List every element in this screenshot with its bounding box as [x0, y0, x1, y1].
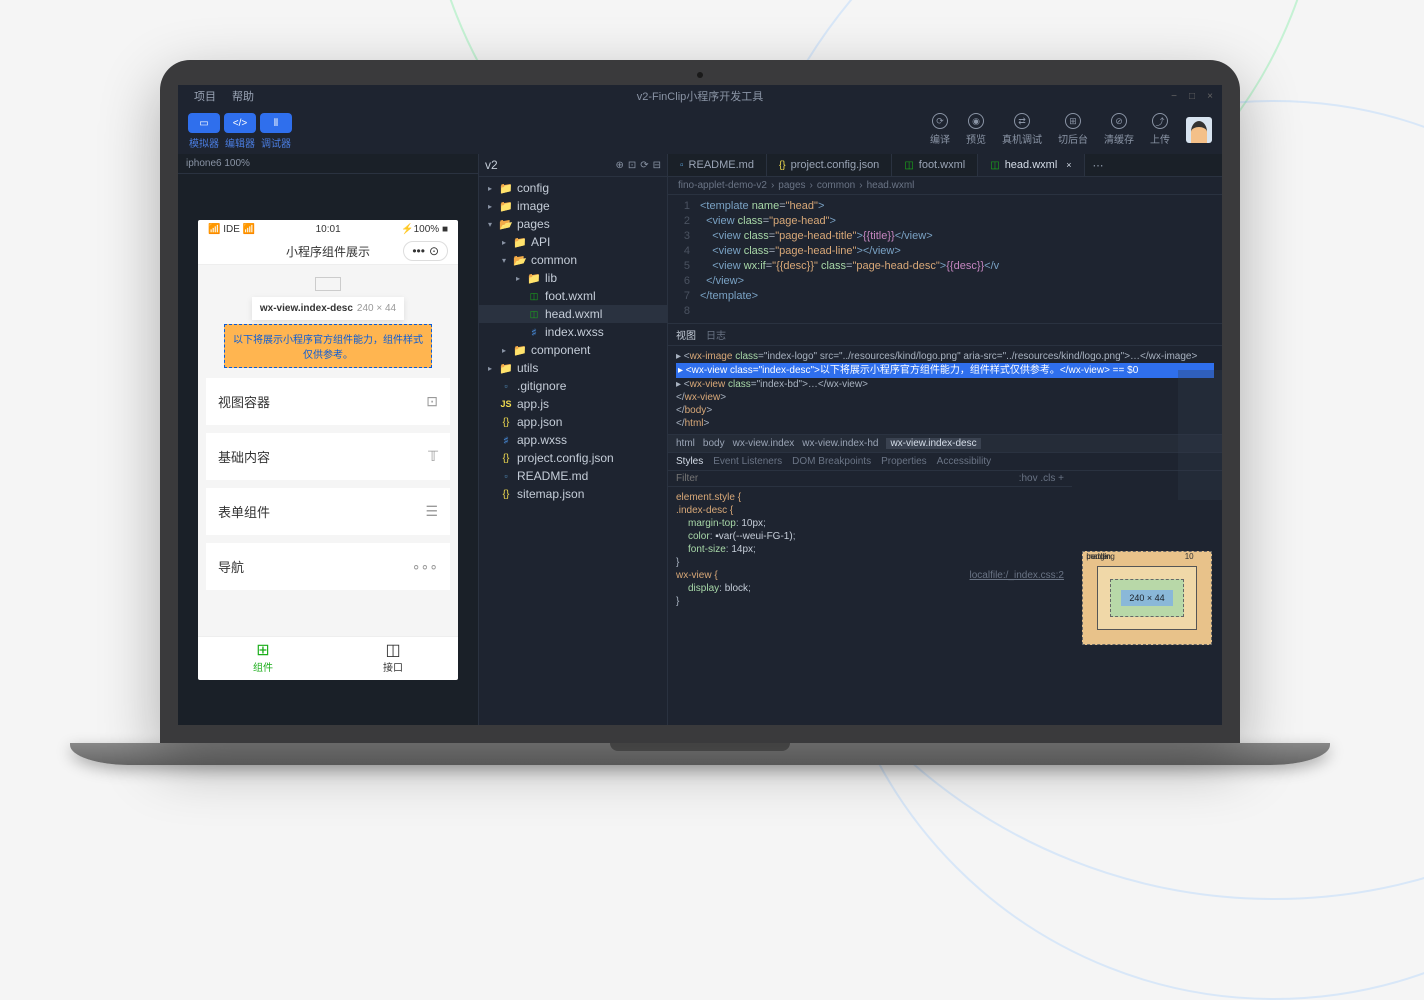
- file-tree-item[interactable]: ◫foot.wxml: [479, 287, 667, 305]
- css-rules[interactable]: element.style {.index-desc {</span>margi…: [668, 487, 1072, 612]
- dom-crumb-item[interactable]: body: [703, 438, 725, 449]
- toolbar-action-button[interactable]: ⊘清缓存: [1104, 113, 1134, 146]
- styles-filter-input[interactable]: [676, 473, 1019, 484]
- toolbar: ▭ </> ⫴ 模拟器编辑器调试器 ⟳编译 ◉预览 ⇄真机调试 ⊞切后台 ⊘清缓存 ⤴上传: [178, 107, 1222, 154]
- phone-tab[interactable]: ⊞组件: [198, 637, 328, 680]
- file-tree-item[interactable]: ▸📁API: [479, 233, 667, 251]
- editor-tab[interactable]: ◫head.wxml×: [978, 154, 1084, 176]
- inspect-tooltip: wx-view.index-desc240 × 44: [252, 297, 404, 320]
- file-tree-item[interactable]: ▫README.md: [479, 467, 667, 485]
- collapse-icon[interactable]: ⊟: [653, 160, 661, 171]
- toolbar-editor-button[interactable]: </>: [224, 113, 256, 133]
- file-tree-item[interactable]: ♯app.wxss: [479, 431, 667, 449]
- file-tree-item[interactable]: ▸📁utils: [479, 359, 667, 377]
- app-screen: 项目帮助 v2-FinClip小程序开发工具 −□ × ▭ </> ⫴ 模拟器编辑…: [178, 85, 1222, 725]
- toolbar-mode-label: 编辑器: [224, 135, 256, 150]
- file-tree-item[interactable]: {}app.json: [479, 413, 667, 431]
- maximize-icon: □: [1186, 91, 1198, 102]
- phone-mock: 📶 IDE 📶 10:01 ⚡100% ■ 小程序组件展示 •••⊙: [198, 220, 458, 680]
- dom-crumb-item[interactable]: wx-view.index-hd: [802, 438, 878, 449]
- dom-breadcrumb[interactable]: html body wx-view.index wx-view.index-hd wx-…: [668, 434, 1222, 453]
- refresh-icon[interactable]: ⟳: [640, 160, 648, 171]
- phone-list-item[interactable]: 基础内容𝕋: [206, 433, 450, 480]
- phone-time: 10:01: [316, 224, 341, 235]
- breadcrumbs[interactable]: fino-applet-demo-v2›pages›common›head.wx…: [668, 177, 1222, 195]
- phone-list-item[interactable]: 视图容器⊡: [206, 378, 450, 425]
- dom-tree[interactable]: ▸ <wx-image class="index-logo" src="../r…: [668, 346, 1222, 434]
- highlighted-element[interactable]: 以下将展示小程序官方组件能力，组件样式仅供参考。: [224, 324, 432, 368]
- editor-panel: ▫README.md{}project.config.json◫foot.wxm…: [668, 154, 1222, 725]
- menu-item[interactable]: 帮助: [224, 88, 262, 104]
- toolbar-mode-label: 模拟器: [188, 135, 220, 150]
- file-tree-item[interactable]: ▸📁component: [479, 341, 667, 359]
- styles-tools[interactable]: :hov .cls +: [1019, 473, 1064, 484]
- editor-tabs: ▫README.md{}project.config.json◫foot.wxm…: [668, 154, 1222, 177]
- toolbar-action-button[interactable]: ⤴上传: [1150, 113, 1170, 146]
- close-icon: ×: [1204, 91, 1216, 102]
- phone-list-item[interactable]: 导航∘∘∘: [206, 543, 450, 590]
- phone-carrier: 📶 IDE 📶: [208, 224, 255, 235]
- toolbar-action-button[interactable]: ⇄真机调试: [1002, 113, 1042, 146]
- dom-crumb-item[interactable]: html: [676, 438, 695, 449]
- phone-list-item[interactable]: 表单组件☰: [206, 488, 450, 535]
- menubar: 项目帮助 v2-FinClip小程序开发工具 −□ ×: [178, 85, 1222, 107]
- simulator-panel: iphone6 100% 📶 IDE 📶 10:01 ⚡100% ■ 小程序组件…: [178, 154, 478, 725]
- editor-tab[interactable]: {}project.config.json: [767, 154, 892, 176]
- file-tree-item[interactable]: ▸📁lib: [479, 269, 667, 287]
- toolbar-debugger-button[interactable]: ⫴: [260, 113, 292, 133]
- phone-battery: ⚡100% ■: [401, 224, 448, 235]
- devtools-tab[interactable]: 视图: [676, 327, 696, 342]
- file-tree-item[interactable]: ♯index.wxss: [479, 323, 667, 341]
- phone-logo-icon: [315, 277, 341, 291]
- box-model: margin 10 border padding 240 × 44: [1072, 471, 1222, 725]
- file-tree-item[interactable]: JSapp.js: [479, 395, 667, 413]
- editor-tab[interactable]: ◫foot.wxml: [892, 154, 978, 176]
- toolbar-action-button[interactable]: ◉预览: [966, 113, 986, 146]
- file-tree-item[interactable]: ◫head.wxml: [479, 305, 667, 323]
- toolbar-mode-label: 调试器: [260, 135, 292, 150]
- styles-subtab[interactable]: DOM Breakpoints: [792, 456, 871, 467]
- avatar[interactable]: [1186, 117, 1212, 143]
- file-tree-item[interactable]: ▾📂pages: [479, 215, 667, 233]
- file-tree-item[interactable]: ▸📁image: [479, 197, 667, 215]
- devtools-panel: 视图日志 ▸ <wx-image class="index-logo" src=…: [668, 323, 1222, 725]
- dom-crumb-item[interactable]: wx-view.index-desc: [886, 438, 980, 449]
- toolbar-action-button[interactable]: ⊞切后台: [1058, 113, 1088, 146]
- file-tree-item[interactable]: {}sitemap.json: [479, 485, 667, 503]
- file-tree-item[interactable]: ▸📁config: [479, 179, 667, 197]
- styles-subtab[interactable]: Styles: [676, 456, 703, 467]
- file-tree-item[interactable]: {}project.config.json: [479, 449, 667, 467]
- new-folder-icon[interactable]: ⊡: [628, 160, 636, 171]
- devtools-tab[interactable]: 日志: [706, 327, 726, 342]
- styles-subtab[interactable]: Accessibility: [937, 456, 991, 467]
- laptop-frame: 项目帮助 v2-FinClip小程序开发工具 −□ × ▭ </> ⫴ 模拟器编辑…: [160, 60, 1240, 765]
- toolbar-action-button[interactable]: ⟳编译: [930, 113, 950, 146]
- toolbar-simulator-button[interactable]: ▭: [188, 113, 220, 133]
- styles-subtab[interactable]: Properties: [881, 456, 927, 467]
- new-file-icon[interactable]: ⊕: [615, 160, 623, 171]
- file-tree-item[interactable]: ▫.gitignore: [479, 377, 667, 395]
- minimap[interactable]: [1178, 370, 1222, 500]
- tabs-more-button[interactable]: ⋯: [1085, 159, 1112, 172]
- window-title: v2-FinClip小程序开发工具: [637, 88, 764, 104]
- menu-item[interactable]: 项目: [186, 88, 224, 104]
- styles-subtab[interactable]: Event Listeners: [713, 456, 782, 467]
- dom-crumb-item[interactable]: wx-view.index: [733, 438, 795, 449]
- phone-page-title: 小程序组件展示: [286, 243, 370, 260]
- phone-capsule-button[interactable]: •••⊙: [403, 241, 448, 261]
- code-editor[interactable]: 1<template name="head">2 <view class="pa…: [668, 195, 1222, 323]
- editor-tab[interactable]: ▫README.md: [668, 154, 767, 176]
- simulator-device-info[interactable]: iphone6 100%: [178, 154, 478, 174]
- phone-tab[interactable]: ◫接口: [328, 637, 458, 680]
- file-explorer: v2 ⊕ ⊡ ⟳ ⊟ ▸📁config▸📁image▾📂pages▸📁API▾📂…: [478, 154, 668, 725]
- file-tree-item[interactable]: ▾📂common: [479, 251, 667, 269]
- window-controls[interactable]: −□ ×: [1168, 91, 1216, 102]
- project-root-name[interactable]: v2: [485, 158, 498, 172]
- minimize-icon: −: [1168, 91, 1180, 102]
